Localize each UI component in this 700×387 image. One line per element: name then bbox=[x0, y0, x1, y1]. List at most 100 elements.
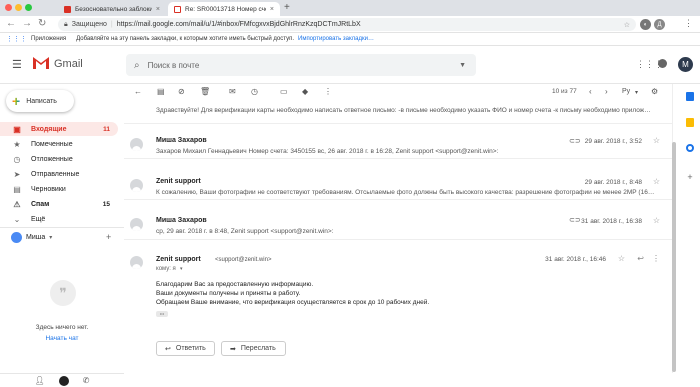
search-bar[interactable]: ⌕ Поиск в почте ▼ bbox=[126, 54, 476, 76]
sidebar-item-snoozed[interactable]: ◷ Отложенные bbox=[0, 152, 118, 166]
hangouts-user[interactable]: Миша ▾ bbox=[11, 232, 52, 243]
close-window-button[interactable] bbox=[5, 4, 12, 11]
sidebar: + Написать ▣ Входящие 11 ★ Помеченные ◷ … bbox=[0, 84, 124, 373]
sidebar-item-label: Спам bbox=[31, 200, 50, 208]
sidebar-bottom-bar: 👤︎ ✆ bbox=[0, 373, 124, 387]
apps-grid-icon[interactable]: ⋮⋮⋮ bbox=[6, 35, 27, 43]
star-icon[interactable]: ☆ bbox=[653, 216, 660, 225]
chevron-down-icon: ⌄ bbox=[13, 214, 21, 224]
star-icon: ★ bbox=[13, 139, 21, 149]
message-date: 29 авг. 2018 г., 8:48 bbox=[584, 179, 642, 186]
calendar-icon[interactable] bbox=[686, 92, 694, 101]
star-icon[interactable]: ☆ bbox=[653, 177, 660, 186]
maximize-window-button[interactable] bbox=[25, 4, 32, 11]
show-trimmed-content-button[interactable]: ••• bbox=[156, 311, 168, 317]
more-options-icon[interactable]: ⋮ bbox=[324, 87, 332, 96]
forward-icon: ➡ bbox=[230, 345, 236, 353]
main-menu-icon[interactable]: ☰ bbox=[12, 58, 22, 71]
bookmarks-hint: Добавляйте на эту панель закладки, к кот… bbox=[76, 36, 294, 42]
back-arrow-icon[interactable]: ← bbox=[134, 87, 142, 96]
notifications-icon[interactable] bbox=[658, 59, 667, 68]
gmail-logo-icon[interactable] bbox=[32, 56, 50, 72]
search-icon[interactable]: ⌕ bbox=[134, 60, 140, 71]
compose-button[interactable]: + Написать bbox=[6, 90, 74, 112]
more-options-icon[interactable]: ⋮ bbox=[652, 254, 660, 263]
profile-avatar[interactable]: Д bbox=[654, 19, 665, 30]
archive-icon[interactable]: ▤ bbox=[157, 87, 165, 96]
input-tools-select[interactable]: Ру bbox=[622, 88, 630, 95]
apps-link[interactable]: Приложения bbox=[31, 36, 66, 42]
message-item[interactable]: Миша Захаров ср, 29 авг. 2018 г. в 8:48,… bbox=[124, 212, 672, 240]
mark-unread-icon[interactable]: ✉ bbox=[229, 87, 236, 96]
sidebar-item-drafts[interactable]: ▤ Черновики bbox=[0, 182, 118, 196]
chevron-down-icon[interactable]: ▾ bbox=[635, 89, 638, 96]
import-bookmarks-link[interactable]: Импортировать закладки… bbox=[298, 36, 374, 42]
scrollbar[interactable] bbox=[672, 142, 676, 372]
back-arrow-icon[interactable]: ← bbox=[6, 18, 16, 30]
message-body: Благодарим Вас за предоставленную информ… bbox=[156, 280, 429, 307]
add-addon-icon[interactable]: + bbox=[686, 172, 694, 182]
tab-title: Re: SR00013718 Номер счета… bbox=[185, 5, 266, 13]
contacts-icon[interactable]: 👤︎ bbox=[35, 376, 45, 385]
sidebar-item-spam[interactable]: ⚠ Спам 15 bbox=[0, 197, 118, 211]
label-icon[interactable]: ◆ bbox=[302, 87, 308, 96]
message-date: 31 авг. 2018 г., 16:46 bbox=[545, 256, 606, 263]
forward-arrow-icon[interactable]: → bbox=[22, 18, 32, 30]
move-to-icon[interactable]: ▭ bbox=[280, 87, 288, 96]
tab-close-icon[interactable]: × bbox=[270, 6, 274, 13]
add-contact-icon[interactable]: + bbox=[106, 232, 111, 242]
keep-icon[interactable] bbox=[686, 118, 694, 127]
sidebar-item-inbox[interactable]: ▣ Входящие 11 bbox=[0, 122, 118, 136]
search-input[interactable]: Поиск в почте bbox=[148, 61, 200, 70]
reply-icon[interactable]: ↩ bbox=[637, 254, 644, 263]
report-spam-icon[interactable]: ⊘ bbox=[178, 87, 185, 96]
address-bar-row: ← → ↻ 🔒︎ Защищено | https://mail.google.… bbox=[0, 16, 700, 33]
minimize-window-button[interactable] bbox=[15, 4, 22, 11]
message-item[interactable]: Миша Захаров Захаров Михаил Геннадьевич … bbox=[124, 133, 672, 159]
extension-icon[interactable]: ◐ bbox=[640, 19, 651, 30]
settings-gear-icon[interactable]: ⚙ bbox=[651, 87, 658, 96]
lock-icon: 🔒︎ bbox=[64, 20, 68, 28]
browser-tab-1[interactable]: Безосновательно заблокиров… × bbox=[58, 2, 166, 16]
tab-close-icon[interactable]: × bbox=[156, 6, 160, 13]
previous-icon[interactable]: ‹ bbox=[589, 87, 592, 96]
compose-label: Написать bbox=[26, 97, 57, 105]
message-toolbar: ← ▤ ⊘ 🗑︎ ✉ ◷ ▭ ◆ ⋮ 10 из 77 ‹ › Ру ▾ ⚙ bbox=[124, 84, 672, 102]
sidebar-item-starred[interactable]: ★ Помеченные bbox=[0, 137, 118, 151]
message-item[interactable]: Zenit support К сожалению, Ваши фотограф… bbox=[124, 174, 672, 200]
tasks-icon[interactable] bbox=[686, 144, 694, 152]
account-avatar[interactable]: M bbox=[678, 57, 693, 72]
new-tab-button[interactable]: + bbox=[284, 2, 290, 13]
sidebar-item-label: Отложенные bbox=[31, 155, 73, 163]
message-sender: Zenit support bbox=[156, 178, 201, 185]
hangouts-icon[interactable] bbox=[58, 375, 69, 386]
snooze-icon[interactable]: ◷ bbox=[251, 87, 258, 96]
message-item[interactable]: Здравствуйте! Для верификации карты необ… bbox=[124, 102, 672, 124]
sidebar-item-sent[interactable]: ➤ Отправленные bbox=[0, 167, 118, 181]
reload-icon[interactable]: ↻ bbox=[38, 18, 46, 30]
bookmark-star-icon[interactable]: ☆ bbox=[624, 21, 636, 29]
message-sender: Миша Захаров bbox=[156, 137, 207, 144]
star-icon[interactable]: ☆ bbox=[618, 254, 625, 263]
sidebar-item-label: Ещё bbox=[31, 215, 46, 223]
next-icon[interactable]: › bbox=[605, 87, 608, 96]
browser-menu-icon[interactable]: ⋮ bbox=[684, 18, 693, 29]
sidebar-item-more[interactable]: ⌄ Ещё bbox=[0, 212, 118, 226]
url-bar[interactable]: 🔒︎ Защищено | https://mail.google.com/ma… bbox=[58, 18, 636, 31]
chevron-down-icon[interactable]: ▾ bbox=[180, 266, 183, 272]
browser-tab-2[interactable]: Re: SR00013718 Номер счета… × bbox=[168, 2, 280, 16]
message-snippet: ср, 29 авг. 2018 г. в 8:48, Zenit suppor… bbox=[156, 228, 334, 235]
reply-button[interactable]: ↩ Ответить bbox=[156, 341, 215, 356]
body-line: Ваши документы получены и приняты в рабо… bbox=[156, 290, 301, 297]
delete-icon[interactable]: 🗑︎ bbox=[200, 87, 210, 96]
star-icon[interactable]: ☆ bbox=[653, 136, 660, 145]
send-icon: ➤ bbox=[13, 169, 21, 179]
start-chat-link[interactable]: Начать чат bbox=[0, 335, 124, 342]
sidebar-item-label: Помеченные bbox=[31, 140, 73, 148]
body-line: Обращаем Ваше внимание, что верификация … bbox=[156, 299, 430, 306]
phone-icon[interactable]: ✆ bbox=[83, 376, 90, 385]
search-options-icon[interactable]: ▼ bbox=[459, 62, 466, 69]
message-snippet: Захаров Михаил Геннадьевич Номер счета: … bbox=[156, 148, 499, 155]
chevron-down-icon[interactable]: ▾ bbox=[49, 234, 52, 241]
forward-button[interactable]: ➡ Переслать bbox=[221, 341, 286, 356]
